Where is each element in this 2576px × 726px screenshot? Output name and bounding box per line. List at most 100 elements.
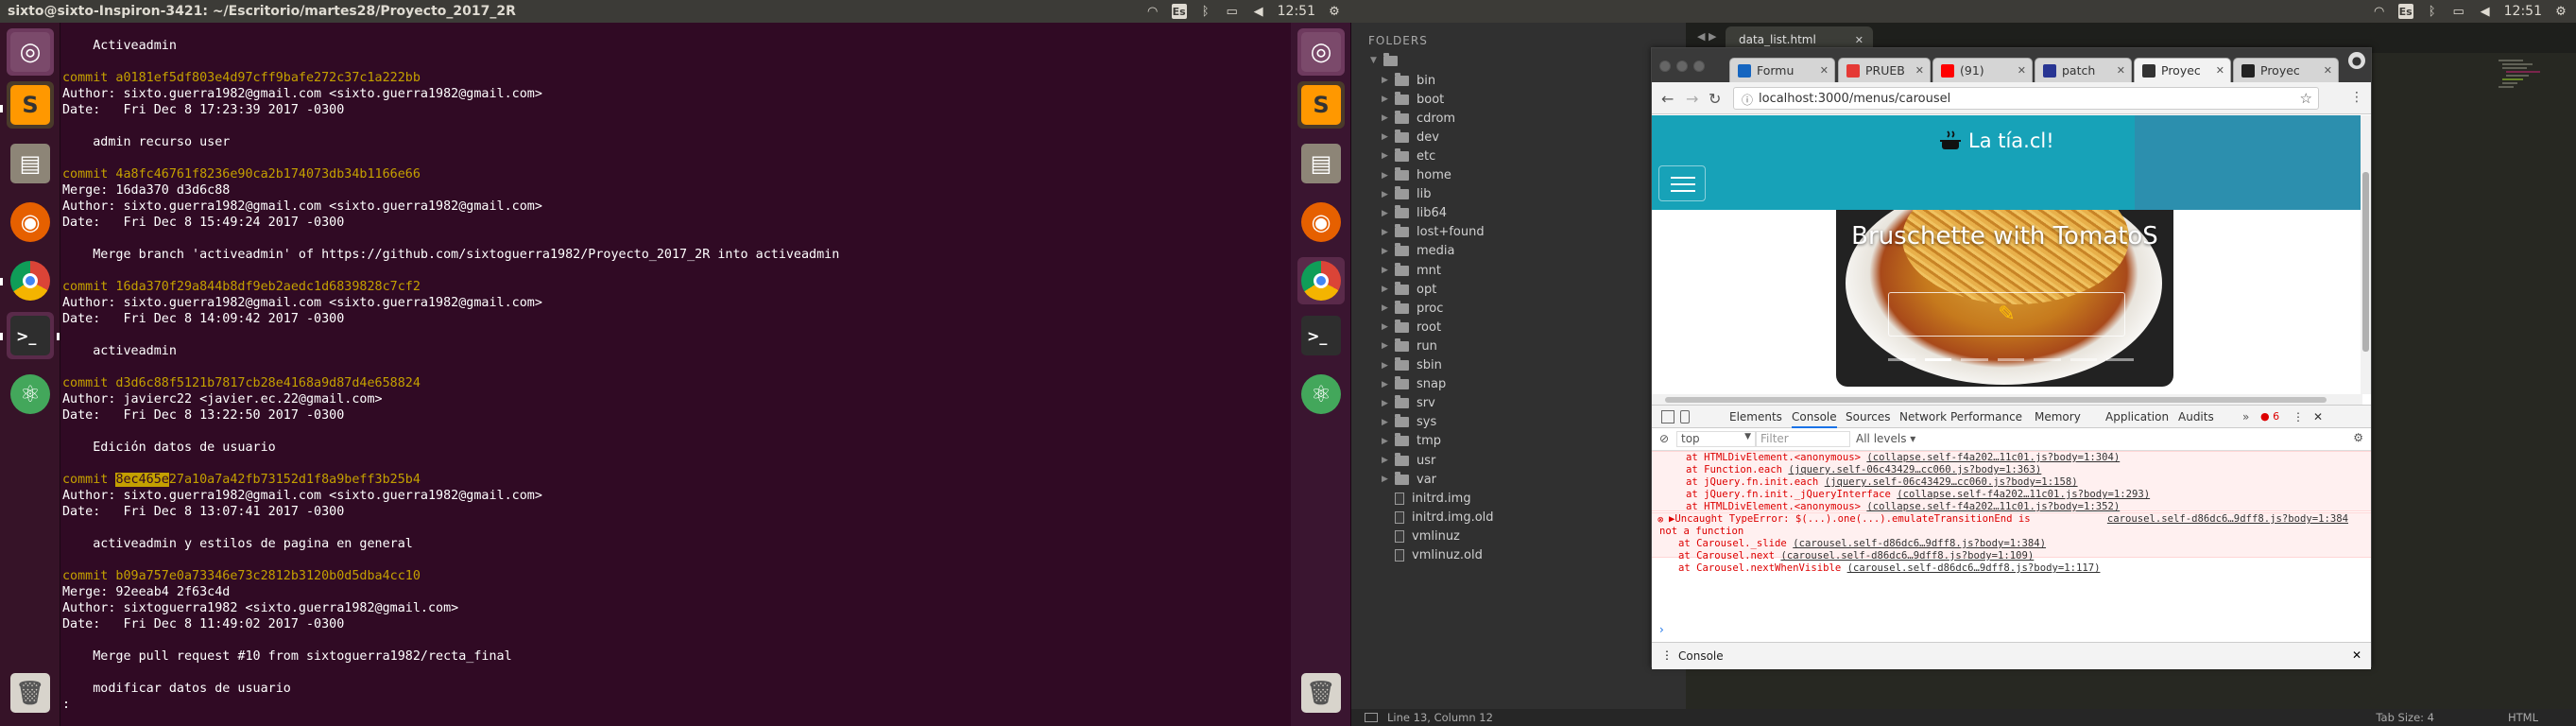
sidebar-folder-usr[interactable]: ▶ usr bbox=[1382, 451, 1435, 470]
stack-frame-link[interactable]: (collapse.self-f4a202…11c01.js?body=1:29… bbox=[1897, 489, 2150, 500]
sidebar-folder-opt[interactable]: ▶ opt bbox=[1382, 280, 1436, 299]
navbar-toggler-button[interactable] bbox=[1658, 165, 1706, 201]
wifi-icon[interactable]: ◠ bbox=[2372, 4, 2387, 19]
ubuntu-dash-button[interactable]: ◎ bbox=[1297, 28, 1345, 76]
browser-tab[interactable]: Formu ✕ bbox=[1729, 58, 1835, 82]
minimap[interactable] bbox=[2495, 57, 2551, 95]
page-vertical-scrollbar[interactable] bbox=[2361, 115, 2371, 394]
sidebar-file[interactable]: vmlinuz bbox=[1395, 527, 1460, 545]
reload-icon[interactable]: ↻ bbox=[1709, 90, 1721, 108]
battery-icon[interactable]: ▭ bbox=[1225, 4, 1240, 19]
window-minimize-button[interactable] bbox=[1676, 60, 1688, 72]
site-brand[interactable]: La tía.cl! bbox=[1940, 130, 2054, 152]
drawer-tab-console[interactable]: Console bbox=[1678, 649, 1724, 663]
carousel-indicator[interactable] bbox=[2106, 358, 2135, 361]
sidebar-folder-var[interactable]: ▶ var bbox=[1382, 470, 1436, 489]
files-button[interactable]: ▤ bbox=[7, 140, 54, 187]
browser-tab[interactable]: Proyec ✕ bbox=[2233, 58, 2339, 82]
ubuntu-dash-button[interactable]: ◎ bbox=[7, 28, 54, 76]
chrome-button[interactable] bbox=[1297, 257, 1345, 304]
sidebar-folder-sbin[interactable]: ▶ sbin bbox=[1382, 356, 1442, 375]
log-levels-dropdown[interactable]: All levels ▾ bbox=[1856, 432, 1915, 445]
devtools-tab-memory[interactable]: Memory bbox=[2035, 410, 2081, 424]
clear-console-icon[interactable]: ⊘ bbox=[1659, 432, 1669, 445]
inspect-element-icon[interactable] bbox=[1661, 410, 1674, 424]
sidebar-folder-sys[interactable]: ▶ sys bbox=[1382, 413, 1436, 432]
stack-frame-link[interactable]: (jquery.self-06c43429…cc060.js?body=1:15… bbox=[1825, 476, 2078, 488]
stack-frame-link[interactable]: (collapse.self-f4a202…11c01.js?body=1:30… bbox=[1866, 452, 2120, 463]
keyboard-layout-indicator[interactable]: Es bbox=[2397, 4, 2413, 19]
window-close-button[interactable] bbox=[1659, 60, 1671, 72]
devtools-tab-network[interactable]: Network bbox=[1899, 410, 1947, 424]
sidebar-folder-run[interactable]: ▶ run bbox=[1382, 337, 1437, 355]
devtools-tab-application[interactable]: Application bbox=[2105, 410, 2169, 424]
scroll-thumb[interactable] bbox=[1665, 397, 2327, 403]
bluetooth-icon[interactable]: ᛒ bbox=[1198, 4, 1213, 19]
panel-toggle-icon[interactable] bbox=[1365, 713, 1378, 722]
carousel[interactable]: Bruschette with TomatoS ✎ bbox=[1836, 210, 2173, 387]
settings-gear-icon[interactable]: ⚙ bbox=[1327, 4, 1342, 19]
sublime-text-button[interactable]: S bbox=[7, 81, 54, 129]
more-tabs-icon[interactable]: » bbox=[2242, 410, 2249, 424]
firefox-button[interactable]: ◉ bbox=[1297, 199, 1345, 246]
window-maximize-button[interactable] bbox=[1693, 60, 1705, 72]
volume-icon[interactable]: ◀ bbox=[1251, 4, 1266, 19]
close-icon[interactable]: ✕ bbox=[2216, 64, 2224, 77]
sidebar-folder-mnt[interactable]: ▶ mnt bbox=[1382, 261, 1441, 280]
stack-frame-link[interactable]: (carousel.self-d86dc6…9dff8.js?body=1:38… bbox=[1793, 538, 2046, 549]
close-icon[interactable]: ✕ bbox=[1915, 64, 1924, 77]
atom-button[interactable]: ⚛ bbox=[7, 371, 54, 418]
carousel-indicator-active[interactable] bbox=[1924, 358, 1952, 361]
sidebar-file[interactable]: initrd.img bbox=[1395, 489, 1471, 508]
sidebar-folder-srv[interactable]: ▶ srv bbox=[1382, 394, 1435, 413]
devtools-close-icon[interactable]: ✕ bbox=[2313, 410, 2323, 424]
sidebar-folder-lib[interactable]: ▶ lib bbox=[1382, 185, 1431, 204]
sidebar-folder-bin[interactable]: ▶ bin bbox=[1382, 71, 1435, 90]
devtools-tab-elements[interactable]: Elements bbox=[1729, 410, 1782, 424]
sidebar-folder-tmp[interactable]: ▶ tmp bbox=[1382, 432, 1441, 451]
close-icon[interactable]: ✕ bbox=[2324, 64, 2332, 77]
devtools-tab-console[interactable]: Console bbox=[1792, 410, 1837, 428]
browser-tab[interactable]: patch ✕ bbox=[2035, 58, 2132, 82]
drawer-menu-icon[interactable]: ⋮ bbox=[1661, 648, 1673, 662]
forward-arrow-icon[interactable]: → bbox=[1686, 90, 1698, 108]
sidebar-folder-cdrom[interactable]: ▶ cdrom bbox=[1382, 109, 1455, 128]
close-icon[interactable]: ✕ bbox=[2117, 64, 2125, 77]
error-counter[interactable]: ● 6 bbox=[2260, 410, 2279, 423]
carousel-indicator[interactable] bbox=[1888, 358, 1915, 361]
tab-nav-arrows-icon[interactable]: ◀ ▶ bbox=[1697, 30, 1716, 43]
volume-icon[interactable]: ◀ bbox=[2478, 4, 2493, 19]
sublime-text-button[interactable]: S bbox=[1297, 81, 1345, 129]
sidebar-folder-proc[interactable]: ▶ proc bbox=[1382, 299, 1443, 318]
battery-icon[interactable]: ▭ bbox=[2451, 4, 2466, 19]
console-filter-input[interactable]: Filter bbox=[1756, 431, 1850, 447]
drawer-close-icon[interactable]: ✕ bbox=[2352, 648, 2361, 662]
devtools-tab-performance[interactable]: Performance bbox=[1950, 410, 2022, 424]
atom-button[interactable]: ⚛ bbox=[1297, 371, 1345, 418]
context-selector[interactable]: top ▼ bbox=[1676, 431, 1756, 447]
carousel-indicator[interactable] bbox=[1961, 358, 1988, 361]
root-folder[interactable]: ▼ bbox=[1370, 51, 1405, 70]
terminal-button[interactable]: >_ bbox=[1297, 312, 1345, 359]
sidebar-file[interactable]: initrd.img.old bbox=[1395, 508, 1494, 527]
sidebar-file[interactable]: vmlinuz.old bbox=[1395, 546, 1483, 565]
sidebar-folder-snap[interactable]: ▶ snap bbox=[1382, 375, 1446, 394]
carousel-edit-button[interactable]: ✎ bbox=[1888, 292, 2125, 337]
devtools-tab-sources[interactable]: Sources bbox=[1846, 410, 1890, 424]
close-icon[interactable]: ✕ bbox=[2018, 64, 2026, 77]
carousel-indicator[interactable] bbox=[1997, 358, 2025, 361]
devtools-menu-icon[interactable]: ⋮ bbox=[2293, 410, 2304, 424]
console-settings-gear-icon[interactable]: ⚙ bbox=[2353, 431, 2363, 444]
sidebar-folder-boot[interactable]: ▶ boot bbox=[1382, 90, 1444, 109]
console-prompt[interactable]: › bbox=[1652, 623, 2371, 636]
syntax-mode[interactable]: HTML bbox=[2508, 711, 2538, 724]
trash-button[interactable]: 🗑 bbox=[7, 669, 54, 717]
terminal-button[interactable]: >_ bbox=[7, 312, 54, 359]
firefox-button[interactable]: ◉ bbox=[7, 199, 54, 246]
devtools-tab-audits[interactable]: Audits bbox=[2178, 410, 2214, 424]
carousel-indicator[interactable] bbox=[2034, 358, 2061, 361]
browser-tab[interactable]: (91) ✕ bbox=[1932, 58, 2033, 82]
chrome-button[interactable] bbox=[7, 257, 54, 304]
sidebar-folder-media[interactable]: ▶ media bbox=[1382, 242, 1455, 261]
trash-button[interactable]: 🗑 bbox=[1297, 669, 1345, 717]
